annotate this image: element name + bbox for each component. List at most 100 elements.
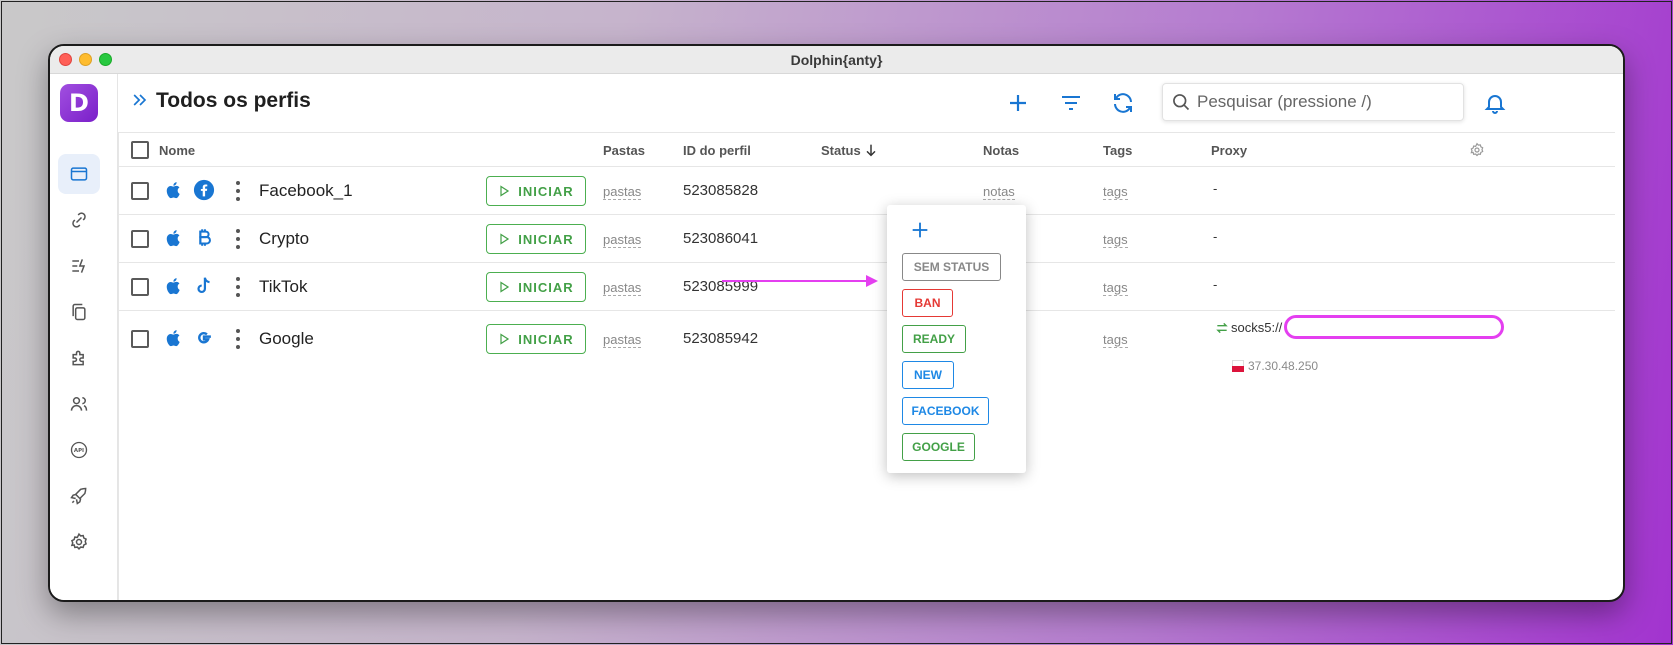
plus-icon [1010,95,1026,111]
profile-name[interactable]: TikTok [259,277,308,297]
row-checkbox[interactable] [131,278,149,296]
proxy-value: - [1213,229,1218,244]
svg-text:API: API [74,448,84,454]
sort-down-arrow-icon[interactable] [863,142,879,158]
profile-name[interactable]: Crypto [259,229,309,249]
table-row[interactable]: Crypto INICIAR pastas 523086041 notas ta… [119,215,1615,263]
sidebar-item-api[interactable]: API [58,430,100,470]
column-header-status[interactable]: Status [821,143,861,158]
start-profile-button[interactable]: INICIAR [486,324,586,354]
window-title: Dolphin{anty} [790,52,883,68]
redaction-highlight [1284,315,1504,339]
select-all-checkbox[interactable] [131,141,149,159]
browser-window-icon [70,167,88,181]
status-option-ban[interactable]: BAN [902,289,953,317]
rocket-icon [70,487,87,505]
column-header-notes[interactable]: Notas [983,143,1019,158]
play-icon [500,281,510,293]
folders-link[interactable]: pastas [603,232,642,248]
table-header: Nome Pastas ID do perfil Status Notas Ta… [119,133,1615,167]
column-header-folders[interactable]: Pastas [603,143,645,158]
proxy-ip: 37.30.48.250 [1248,359,1319,373]
sidebar-item-cookies[interactable] [58,292,100,332]
start-profile-button[interactable]: INICIAR [486,272,586,302]
column-settings-gear-icon[interactable] [1469,142,1485,158]
apple-icon [163,227,185,249]
users-icon [70,397,88,411]
expand-sidebar-button[interactable] [130,90,150,115]
sidebar-item-settings[interactable] [58,522,100,562]
sidebar-item-proxies[interactable] [58,200,100,240]
tags-link[interactable]: tags [1103,232,1128,248]
row-checkbox[interactable] [131,182,149,200]
start-label: INICIAR [518,331,574,347]
add-status-button[interactable] [909,219,931,246]
profiles-table: Nome Pastas ID do perfil Status Notas Ta… [118,132,1615,600]
folders-link[interactable]: pastas [603,332,642,348]
folders-link[interactable]: pastas [603,184,642,200]
notifications-button[interactable] [1482,90,1508,116]
table-row[interactable]: Facebook_1 INICIAR pastas 523085828 nota… [119,167,1615,215]
sidebar-item-launch[interactable] [58,476,100,516]
link-icon [72,212,86,228]
bell-icon [1484,95,1506,114]
filter-icon [1062,96,1080,110]
row-menu-button[interactable] [235,329,241,349]
row-menu-button[interactable] [235,229,241,249]
gear-icon [70,532,88,551]
refresh-icon [1114,93,1132,113]
notes-link[interactable]: notas [983,184,1015,200]
play-icon [500,333,510,345]
puzzle-icon [72,350,84,366]
row-checkbox[interactable] [131,330,149,348]
add-profile-button[interactable] [1005,90,1031,116]
copy-icon [72,303,86,321]
search-box[interactable] [1162,83,1464,121]
title-bar: Dolphin{anty} [50,46,1623,74]
api-icon: API [70,441,88,459]
annotation-arrow [722,280,870,282]
proxy-value[interactable]: socks5:// [1231,320,1282,335]
status-option-facebook[interactable]: FACEBOOK [902,397,989,425]
app-window: Dolphin{anty} D API Todos os perfis Pesq… [48,44,1625,602]
table-row[interactable]: TikTok INICIAR pastas 523085999 notas ta… [119,263,1615,311]
folders-link[interactable]: pastas [603,280,642,296]
profile-name[interactable]: Google [259,329,314,349]
search-input[interactable] [1197,92,1457,112]
apple-icon [163,275,185,297]
refresh-button[interactable] [1110,90,1136,116]
sidebar-item-profiles[interactable] [58,154,100,194]
column-header-profile-id[interactable]: ID do perfil [683,143,751,158]
profile-id: 523085942 [683,330,759,347]
tiktok-icon [193,275,215,297]
start-profile-button[interactable]: INICIAR [486,176,586,206]
poland-flag-icon [1232,360,1244,372]
logo-letter: D [69,89,89,117]
row-menu-button[interactable] [235,181,241,201]
tags-link[interactable]: tags [1103,332,1128,348]
app-logo[interactable]: D [60,84,98,122]
column-header-name[interactable]: Nome [159,143,195,158]
sidebar-item-scenarios[interactable] [58,246,100,286]
proxy-value: - [1213,181,1218,196]
swap-arrows-icon [1216,322,1228,334]
status-option-ready[interactable]: READY [902,325,966,353]
column-header-proxy[interactable]: Proxy [1211,143,1247,158]
sidebar-item-users[interactable] [58,384,100,424]
status-option-new[interactable]: NEW [902,361,954,389]
start-profile-button[interactable]: INICIAR [486,224,586,254]
status-option-sem-status[interactable]: SEM STATUS [902,253,1001,281]
annotation-arrow-head [866,275,878,287]
tags-link[interactable]: tags [1103,280,1128,296]
status-option-google[interactable]: GOOGLE [902,433,975,461]
row-menu-button[interactable] [235,277,241,297]
facebook-icon [193,179,215,201]
plus-icon [912,222,928,238]
tags-link[interactable]: tags [1103,184,1128,200]
sidebar-item-extensions[interactable] [58,338,100,378]
filter-button[interactable] [1058,90,1084,116]
row-checkbox[interactable] [131,230,149,248]
bitcoin-icon [193,227,215,249]
profile-name[interactable]: Facebook_1 [259,181,353,201]
column-header-tags[interactable]: Tags [1103,143,1132,158]
